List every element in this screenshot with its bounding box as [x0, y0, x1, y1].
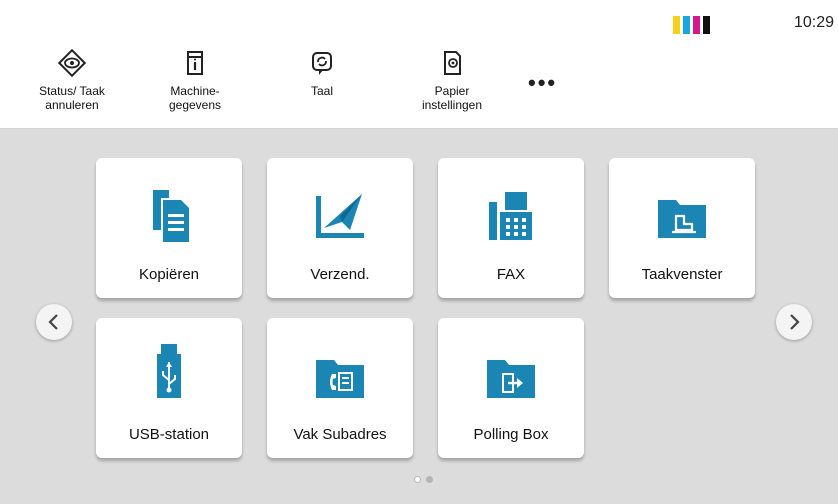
polling-box-folder-icon	[487, 360, 535, 398]
tile-subaddress-box[interactable]: Vak Subadres	[267, 318, 413, 458]
device-info-icon	[187, 51, 203, 75]
tile-send[interactable]: Verzend.	[267, 158, 413, 298]
paper-settings-label: Papier instellingen	[421, 84, 483, 112]
eye-diamond-icon	[57, 48, 87, 78]
usb-icon	[157, 344, 181, 398]
paper-settings-icon	[444, 51, 461, 75]
tile-subaddress-box-label: Vak Subadres	[293, 426, 387, 443]
subaddress-box-folder-icon	[316, 360, 364, 398]
copy-icon	[153, 190, 189, 242]
toner-black	[703, 16, 710, 34]
page-indicator	[414, 476, 433, 483]
machine-info-button[interactable]: Machine- gegevens	[135, 48, 255, 112]
top-bar: 10:29 Status/ Taak annuleren Machine- ge…	[0, 0, 838, 129]
tile-fax-label: FAX	[496, 266, 526, 283]
send-icon	[316, 194, 364, 238]
status-job-cancel-button[interactable]: Status/ Taak annuleren	[12, 48, 132, 112]
chevron-right-icon	[790, 314, 800, 330]
tile-usb[interactable]: USB-station	[96, 318, 242, 458]
toner-cyan	[683, 16, 690, 34]
tile-copy-label: Kopiëren	[138, 266, 200, 283]
fax-icon	[489, 192, 532, 240]
chevron-left-icon	[48, 314, 58, 330]
machine-info-label: Machine- gegevens	[168, 84, 222, 112]
language-button[interactable]: Taal	[262, 48, 382, 98]
tile-job-box-label: Taakvenster	[641, 266, 723, 283]
more-options-button[interactable]: •••	[528, 70, 557, 96]
clock: 10:29	[793, 14, 834, 31]
tile-polling-box[interactable]: Polling Box	[438, 318, 584, 458]
tile-fax[interactable]: FAX	[438, 158, 584, 298]
previous-page-button[interactable]	[36, 304, 72, 340]
job-box-folder-icon	[658, 200, 706, 238]
toner-yellow	[673, 16, 680, 34]
next-page-button[interactable]	[776, 304, 812, 340]
page-dot-1[interactable]	[414, 476, 421, 483]
tile-copy[interactable]: Kopiëren	[96, 158, 242, 298]
language-label: Taal	[310, 84, 333, 98]
paper-settings-button[interactable]: Papier instellingen	[392, 48, 512, 112]
tile-usb-label: USB-station	[128, 426, 210, 443]
language-icon	[312, 52, 332, 75]
toner-status[interactable]	[673, 16, 710, 34]
tile-send-label: Verzend.	[310, 266, 370, 283]
tile-job-box[interactable]: Taakvenster	[609, 158, 755, 298]
page-dot-2[interactable]	[426, 476, 433, 483]
status-job-cancel-label: Status/ Taak annuleren	[39, 84, 105, 112]
tile-polling-box-label: Polling Box	[473, 426, 549, 443]
toner-magenta	[693, 16, 700, 34]
